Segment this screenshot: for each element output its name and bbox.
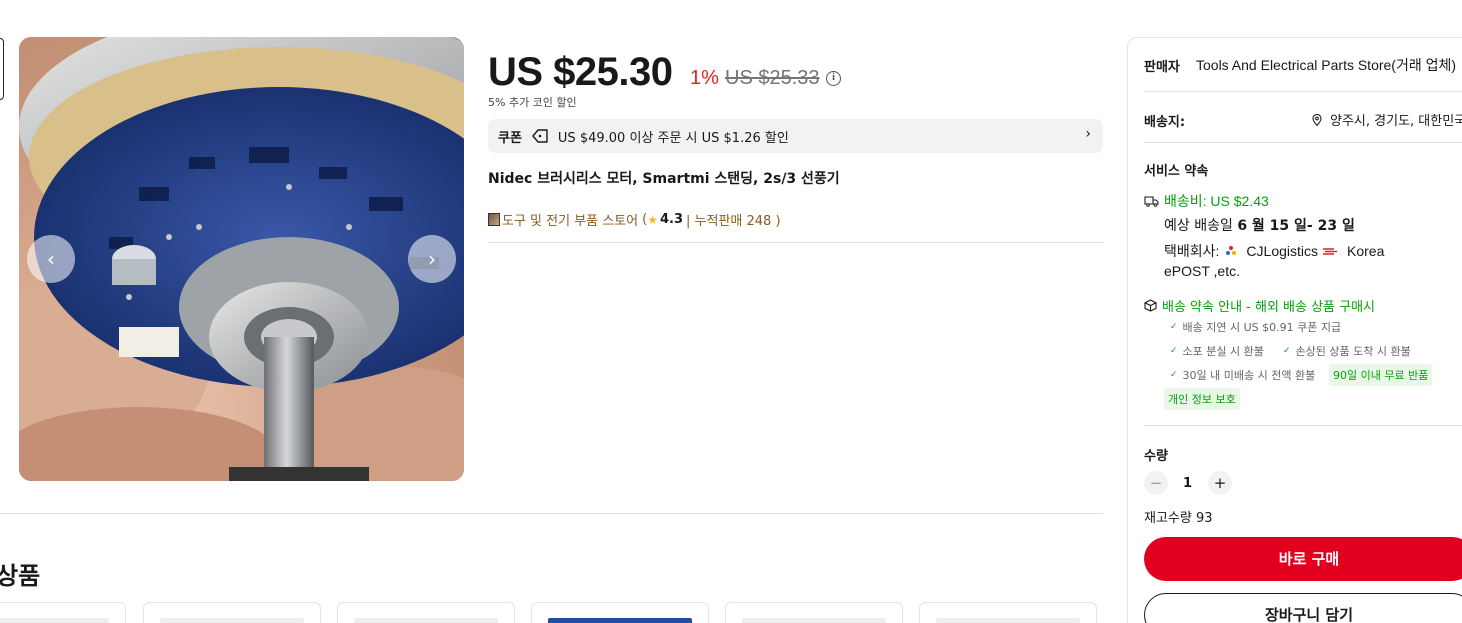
star-icon: ★	[647, 212, 658, 227]
product-card-image	[160, 618, 304, 623]
discount-percent: 1%	[690, 67, 719, 89]
coin-discount-text: 5% 추가 코인 할인	[488, 96, 577, 109]
promise-item: ✓ 소포 분실 시 환불	[1170, 343, 1264, 359]
coupon-bar[interactable]: 쿠폰 US $49.00 이상 주문 시 US $1.26 할인 ›	[488, 119, 1103, 153]
service-promise-label: 서비스 약속	[1144, 164, 1209, 179]
shipping-fee: 배송비: US $2.43	[1144, 191, 1269, 211]
chevron-left-icon: ‹	[47, 247, 55, 271]
motor-photo	[19, 37, 464, 481]
shipping-fee-text: 배송비: US $2.43	[1164, 193, 1269, 209]
product-title: Nidec 브러시리스 모터, Smartmi 스탠딩, 2s/3 선풍기	[488, 171, 840, 187]
truck-icon	[1144, 196, 1159, 207]
add-to-cart-button[interactable]: 장바구니 담기	[1144, 593, 1462, 623]
promise-item: ✓ 배송 지연 시 US $0.91 쿠폰 지급	[1170, 319, 1341, 335]
divider	[1144, 91, 1462, 92]
product-card-image	[0, 618, 109, 623]
coupon-text: US $49.00 이상 주문 시 US $1.26 할인	[557, 130, 789, 146]
store-name[interactable]: 도구 및 전기 부품 스토어	[502, 210, 638, 229]
product-card-image	[548, 618, 692, 623]
ship-to-location-text: 양주시, 경기도, 대한민국	[1330, 114, 1462, 129]
promise-item: ✓ 30일 내 미배송 시 전액 환불	[1170, 367, 1315, 383]
ship-to-location[interactable]: 양주시, 경기도, 대한민국	[1312, 110, 1462, 129]
store-sales: | 누적판매 248 )	[686, 214, 781, 229]
promise-item-text: 소포 분실 시 환불	[1182, 345, 1264, 358]
promise-item-text: 배송 지연 시 US $0.91 쿠폰 지급	[1182, 321, 1342, 334]
check-icon: ✓	[1170, 322, 1178, 332]
product-card-image	[354, 618, 498, 623]
product-card-image	[936, 618, 1080, 623]
product-card[interactable]	[919, 602, 1097, 623]
buy-now-button[interactable]: 바로 구매	[1144, 537, 1462, 581]
ship-to-label: 배송지:	[1144, 115, 1186, 130]
quantity-label: 수량	[1144, 449, 1168, 464]
estimated-delivery: 예상 배송일 6 월 15 일- 23 일	[1164, 215, 1355, 235]
promise-item-text: 손상된 상품 도착 시 환불	[1295, 345, 1411, 358]
divider	[1144, 142, 1462, 143]
location-pin-icon	[1312, 113, 1322, 126]
seller-name[interactable]: Tools And Electrical Parts Store(거래 업체)	[1196, 55, 1456, 75]
store-link[interactable]: 도구 및 전기 부품 스토어 ( ★ 4.3 | 누적판매 248 )	[488, 210, 781, 229]
carrier-label: 택배회사:	[1164, 243, 1220, 259]
product-card[interactable]	[531, 602, 709, 623]
quantity-decrease-button[interactable]: −	[1144, 471, 1168, 495]
check-icon: ✓	[1170, 370, 1178, 380]
eta-dates: 6 월 15 일- 23 일	[1237, 218, 1355, 234]
free-return-badge: 90일 이내 무료 반품	[1329, 364, 1433, 386]
box-icon	[1144, 299, 1157, 312]
product-card[interactable]	[337, 602, 515, 623]
product-card-image	[742, 618, 886, 623]
carrier-line: 택배회사: CJLogistics Korea	[1164, 241, 1384, 261]
privacy-badge: 개인 정보 보호	[1164, 388, 1240, 410]
promise-item: ✓ 손상된 상품 도착 시 환불	[1283, 343, 1411, 359]
thumbnail-selected[interactable]	[0, 38, 4, 100]
delivery-promise-title: 배송 약속 안내 - 해외 배송 상품 구매시	[1162, 300, 1376, 315]
product-card[interactable]	[0, 602, 126, 623]
stock-count: 재고수량 93	[1144, 511, 1213, 526]
cj-logo-icon	[1226, 246, 1237, 255]
product-card[interactable]	[725, 602, 903, 623]
carrier-korea: Korea	[1347, 243, 1385, 259]
prev-image-button[interactable]: ‹	[27, 235, 75, 283]
carrier-epost: ePOST ,etc.	[1164, 263, 1240, 279]
korea-post-logo-icon	[1323, 247, 1338, 255]
divider	[488, 242, 1103, 243]
chevron-right-icon: ›	[428, 247, 436, 271]
coupon-tag-icon	[532, 129, 548, 143]
quantity-value[interactable]: 1	[1183, 476, 1192, 491]
promise-item-text: 30일 내 미배송 시 전액 환불	[1182, 369, 1316, 382]
coupon-label: 쿠폰	[498, 130, 522, 146]
quantity-increase-button[interactable]: +	[1208, 471, 1232, 495]
related-products-title: 상품	[0, 562, 41, 590]
delivery-promise[interactable]: 배송 약속 안내 - 해외 배송 상품 구매시	[1144, 296, 1375, 315]
check-icon: ✓	[1170, 346, 1178, 356]
next-image-button[interactable]: ›	[408, 235, 456, 283]
chevron-right-icon: ›	[1085, 126, 1091, 142]
check-icon: ✓	[1283, 346, 1291, 356]
carrier-cj: CJLogistics	[1246, 243, 1319, 259]
product-main-image: ‹ ›	[19, 37, 464, 481]
eta-prefix: 예상 배송일	[1164, 218, 1233, 234]
divider	[0, 513, 1103, 514]
store-icon	[488, 213, 500, 226]
product-card[interactable]	[143, 602, 321, 623]
store-rating: 4.3	[659, 212, 684, 227]
divider	[1144, 425, 1462, 426]
original-price: US $25.33	[725, 67, 820, 89]
seller-label: 판매자	[1144, 60, 1180, 75]
info-icon[interactable]: i	[826, 71, 841, 86]
current-price: US $25.30	[488, 50, 673, 94]
